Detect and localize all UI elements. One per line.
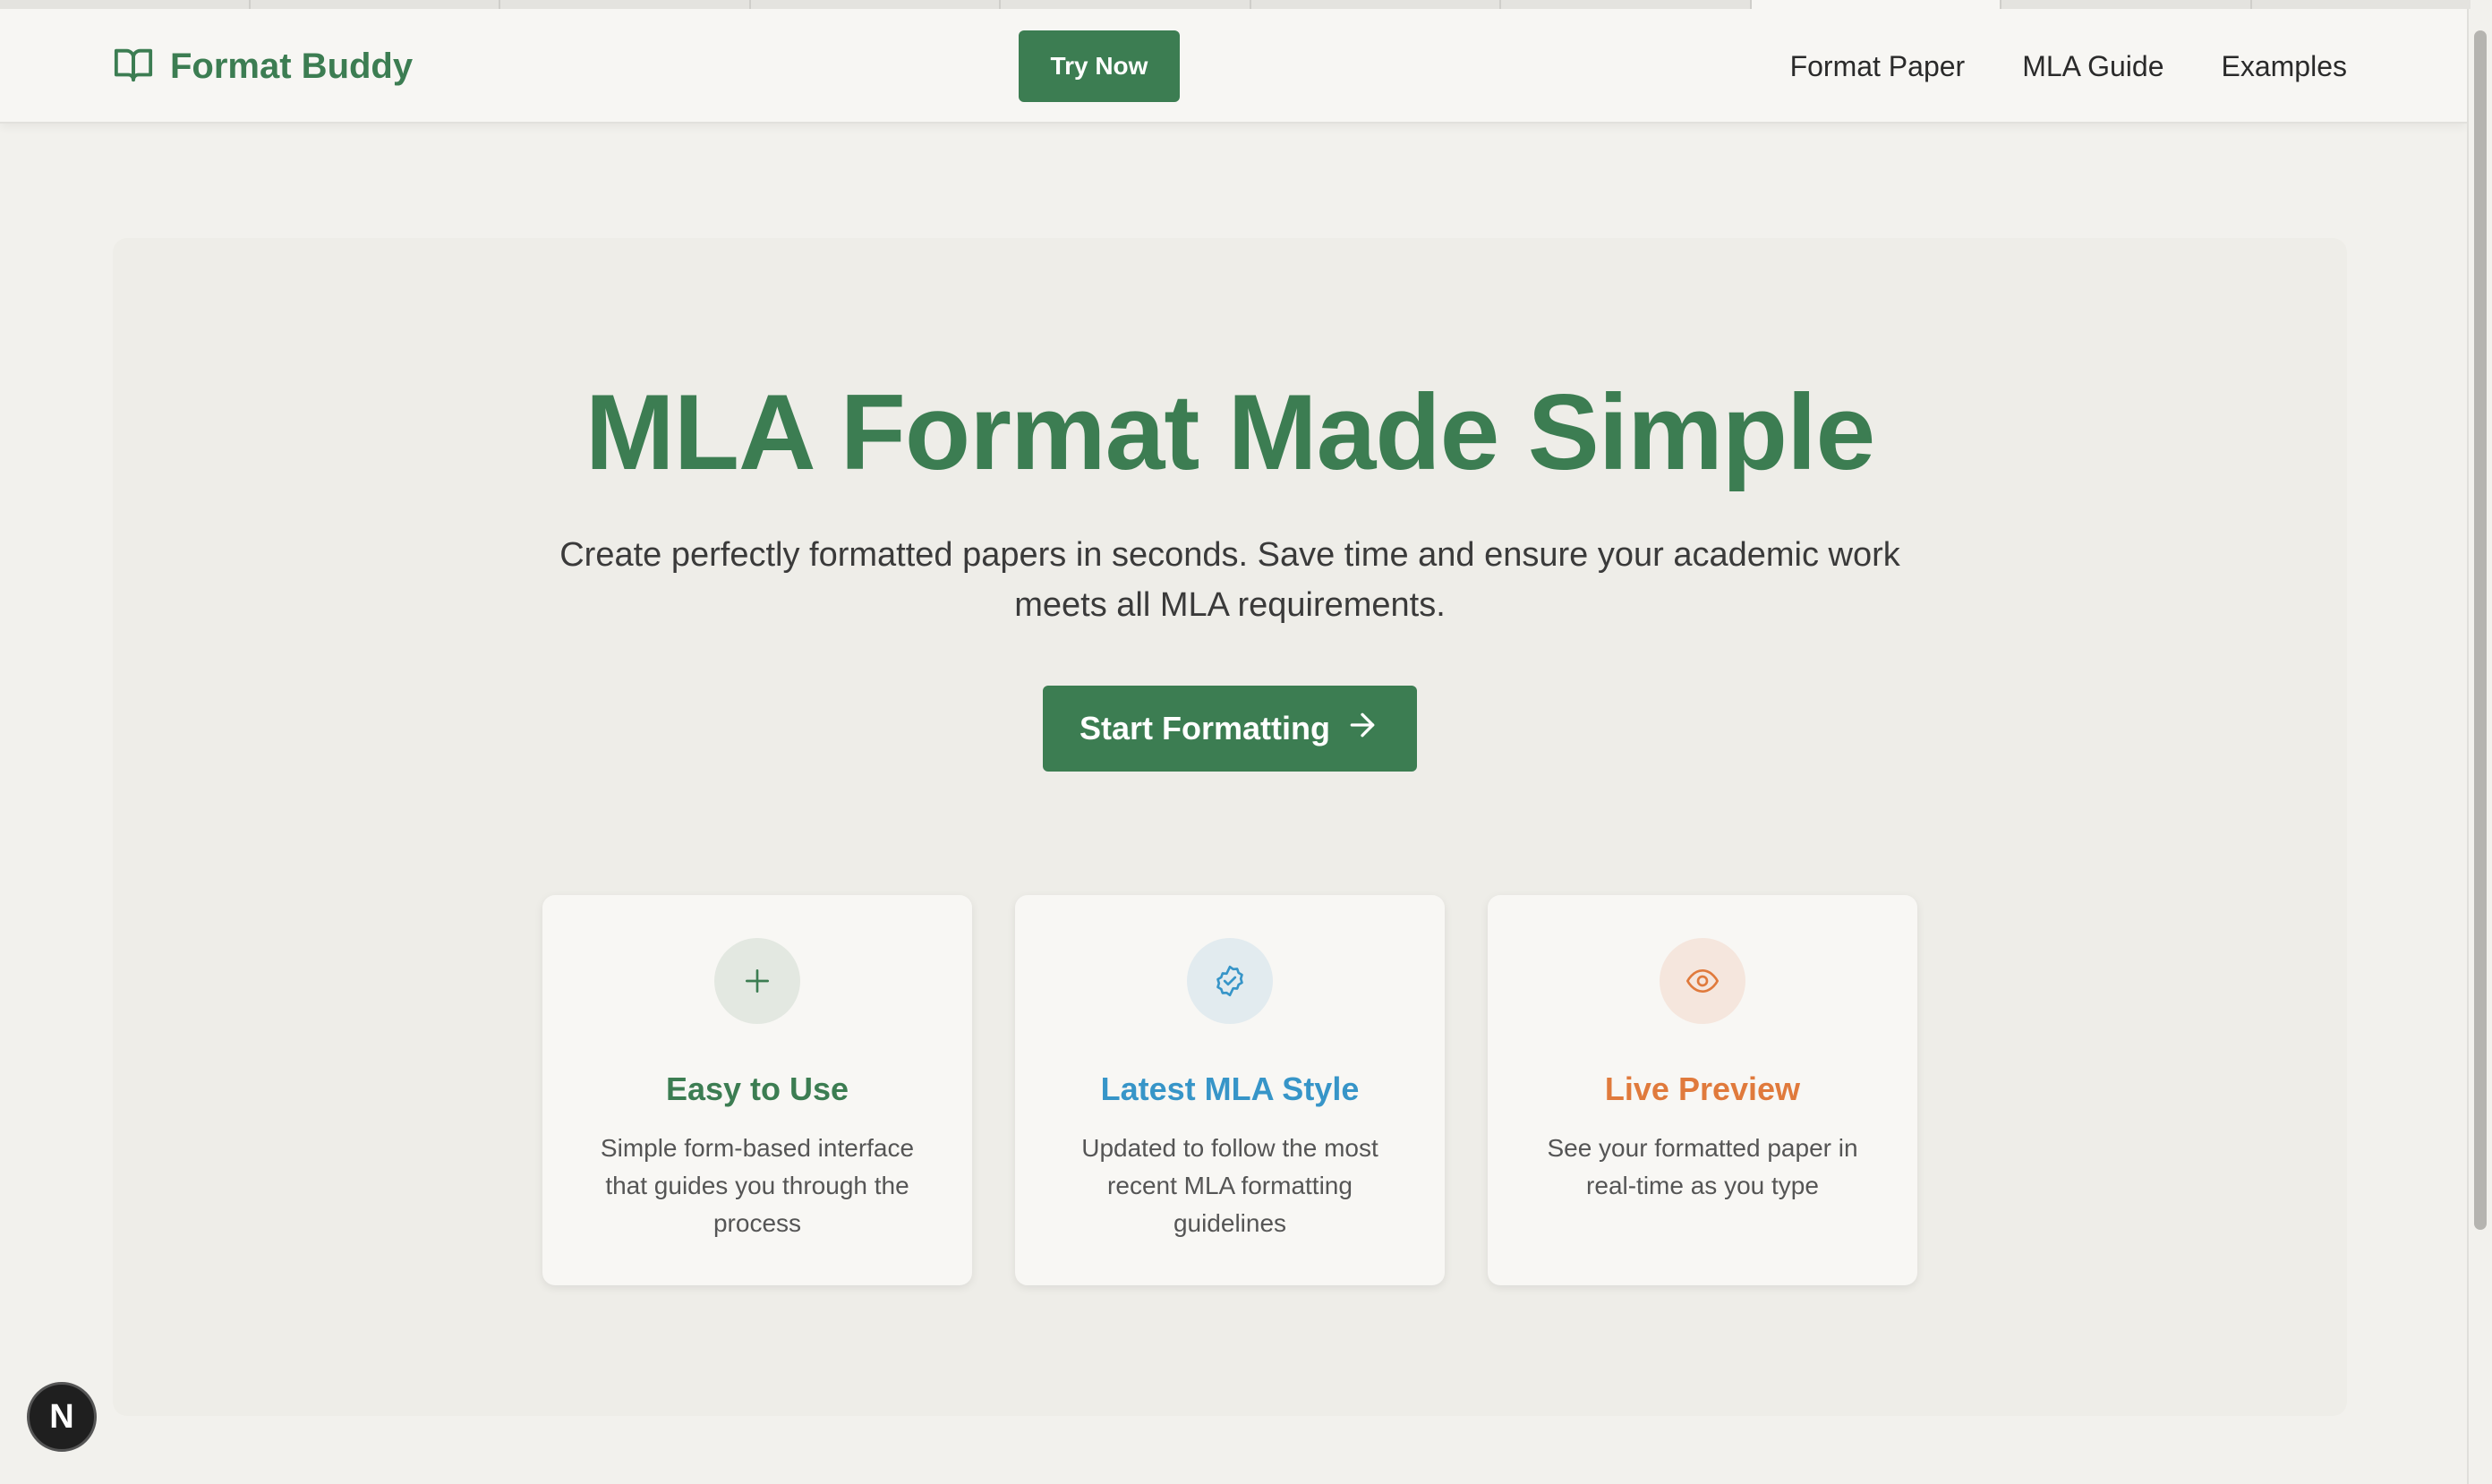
plus-icon (714, 938, 800, 1024)
navbar: Format Buddy Try Now Format Paper MLA Gu… (0, 9, 2467, 124)
browser-tab[interactable] (251, 0, 500, 9)
hero-title: MLA Format Made Simple (585, 372, 1875, 492)
feature-card-easy-to-use: Easy to Use Simple form-based interface … (542, 895, 972, 1285)
book-open-icon (113, 44, 154, 90)
eye-icon (1660, 938, 1745, 1024)
hero-subtitle: Create perfectly formatted papers in sec… (559, 536, 1900, 624)
dev-tools-badge[interactable]: N (27, 1382, 97, 1452)
feature-card-latest-mla-style: Latest MLA Style Updated to follow the m… (1015, 895, 1445, 1285)
badge-check-icon (1187, 938, 1273, 1024)
feature-card-live-preview: Live Preview See your formatted paper in… (1488, 895, 1917, 1285)
nav-link-mla-guide[interactable]: MLA Guide (2022, 50, 2163, 83)
browser-tab[interactable] (500, 0, 751, 9)
browser-tab[interactable] (1251, 0, 1501, 9)
feature-cards: Easy to Use Simple form-based interface … (542, 895, 1917, 1285)
feature-description: Updated to follow the most recent MLA fo… (1081, 1134, 1378, 1237)
start-formatting-label: Start Formatting (1079, 710, 1330, 746)
browser-tab-strip (0, 0, 2471, 9)
feature-title: Latest MLA Style (1100, 1070, 1360, 1107)
arrow-right-icon (1344, 707, 1380, 751)
browser-tab[interactable] (2001, 0, 2252, 9)
scrollbar-thumb[interactable] (2474, 30, 2487, 1230)
browser-tab[interactable] (1501, 0, 1752, 9)
browser-tab[interactable] (1001, 0, 1251, 9)
nav-links: Format Paper MLA Guide Examples (1790, 45, 2347, 88)
browser-tab[interactable] (751, 0, 1001, 9)
brand-logo[interactable]: Format Buddy (113, 45, 413, 88)
nav-link-examples[interactable]: Examples (2222, 50, 2348, 83)
feature-description: See your formatted paper in real-time as… (1547, 1134, 1858, 1199)
feature-title: Live Preview (1604, 1070, 1801, 1107)
start-formatting-button[interactable]: Start Formatting (1043, 686, 1417, 772)
brand-name: Format Buddy (170, 46, 414, 86)
browser-tab-active[interactable] (1751, 0, 2001, 9)
browser-tab[interactable] (0, 0, 251, 9)
nav-link-format-paper[interactable]: Format Paper (1790, 50, 1966, 83)
scrollbar[interactable] (2467, 9, 2492, 1484)
feature-description: Simple form-based interface that guides … (600, 1134, 915, 1237)
hero-section: MLA Format Made Simple Create perfectly … (113, 238, 2347, 1416)
try-now-button[interactable]: Try Now (1019, 30, 1180, 102)
feature-title: Easy to Use (665, 1070, 849, 1107)
page: Format Buddy Try Now Format Paper MLA Gu… (0, 9, 2467, 1484)
